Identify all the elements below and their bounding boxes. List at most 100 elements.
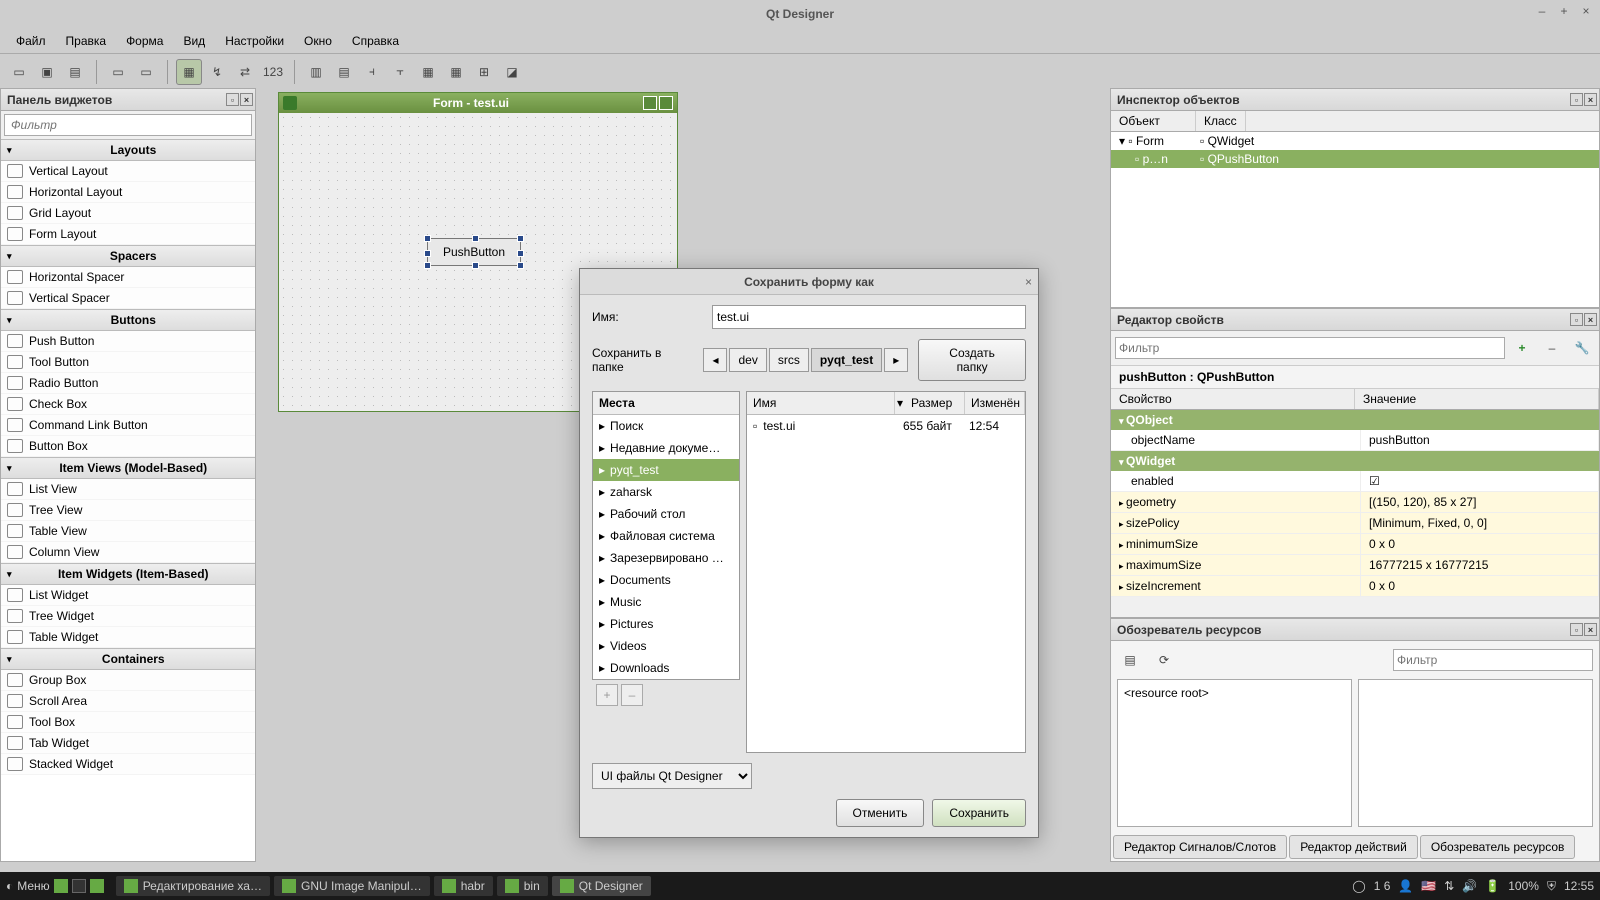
place-item[interactable]: ▸pyqt_test	[593, 459, 739, 481]
place-item[interactable]: ▸Файловая система	[593, 525, 739, 547]
clock[interactable]: 12:55	[1564, 879, 1594, 893]
breadcrumb-dev[interactable]: dev	[729, 348, 766, 372]
keyboard-layout-icon[interactable]: 🇺🇸	[1421, 879, 1436, 893]
menu-Справка[interactable]: Справка	[344, 31, 407, 51]
widget-item[interactable]: List View	[1, 479, 255, 500]
category-Item Widgets (Item-Based)[interactable]: Item Widgets (Item-Based)	[1, 563, 255, 585]
menu-Окно[interactable]: Окно	[296, 31, 340, 51]
place-item[interactable]: ▸zaharsk	[593, 481, 739, 503]
layout-v-icon[interactable]: ▤	[331, 59, 357, 85]
property-row[interactable]: geometry[(150, 120), 85 x 27]	[1111, 492, 1599, 513]
nav-back-icon[interactable]: ◂	[703, 348, 727, 372]
file-list[interactable]: Имя▾ Размер Изменён ▫test.ui655 байт12:5…	[746, 391, 1026, 753]
float-icon[interactable]: ▫	[1570, 313, 1583, 326]
menu-Вид[interactable]: Вид	[175, 31, 213, 51]
property-row[interactable]: enabled☑	[1111, 471, 1599, 492]
menu-Форма[interactable]: Форма	[118, 31, 171, 51]
widget-item[interactable]: Form Layout	[1, 224, 255, 245]
widget-item[interactable]: Stacked Widget	[1, 754, 255, 775]
edit-resources-icon[interactable]: ▤	[1117, 647, 1143, 673]
widget-item[interactable]: Tree View	[1, 500, 255, 521]
widget-item[interactable]: Column View	[1, 542, 255, 563]
close-icon[interactable]: ×	[1578, 3, 1594, 19]
category-Item Views (Model-Based)[interactable]: Item Views (Model-Based)	[1, 457, 255, 479]
save-icon[interactable]: ▤	[62, 59, 88, 85]
menu-Правка[interactable]: Правка	[58, 31, 115, 51]
widget-item[interactable]: Tree Widget	[1, 606, 255, 627]
place-item[interactable]: ▸Pictures	[593, 613, 739, 635]
edit-widgets-icon[interactable]: ▦	[176, 59, 202, 85]
filename-input[interactable]	[712, 305, 1026, 329]
place-item[interactable]: ▸Documents	[593, 569, 739, 591]
user-icon[interactable]: 👤	[1398, 879, 1413, 893]
widget-item[interactable]: Group Box	[1, 670, 255, 691]
resource-preview[interactable]	[1358, 679, 1593, 827]
create-folder-button[interactable]: Создать папку	[918, 339, 1026, 381]
menu-Файл[interactable]: Файл	[8, 31, 54, 51]
category-Layouts[interactable]: Layouts	[1, 139, 255, 161]
reload-icon[interactable]: ⟳	[1151, 647, 1177, 673]
terminal-icon[interactable]	[72, 879, 86, 893]
property-row[interactable]: maximumSize16777215 x 16777215	[1111, 555, 1599, 576]
place-item[interactable]: ▸Рабочий стол	[593, 503, 739, 525]
break-layout-icon[interactable]: ⊞	[471, 59, 497, 85]
widget-item[interactable]: Command Link Button	[1, 415, 255, 436]
breadcrumb-srcs[interactable]: srcs	[769, 348, 809, 372]
taskbar-task[interactable]: Qt Designer	[552, 876, 651, 896]
file-row[interactable]: ▫test.ui655 байт12:54	[747, 415, 1025, 437]
close-panel-icon[interactable]: ×	[1584, 623, 1597, 636]
start-menu-label[interactable]: Меню	[17, 879, 49, 893]
property-row[interactable]: objectNamepushButton	[1111, 430, 1599, 451]
nav-fwd-icon[interactable]: ▸	[884, 348, 908, 372]
widget-item[interactable]: Vertical Layout	[1, 161, 255, 182]
close-panel-icon[interactable]: ×	[240, 93, 253, 106]
property-filter[interactable]	[1115, 337, 1505, 359]
shield-icon[interactable]: ⛨	[1547, 879, 1556, 894]
taskbar-task[interactable]: Редактирование ха…	[116, 876, 270, 896]
widgetbox-filter[interactable]	[4, 114, 252, 136]
bring-front-icon[interactable]: ▭	[133, 59, 159, 85]
inspector-row[interactable]: ▫ p…n▫ QPushButton	[1111, 150, 1599, 168]
resource-tree[interactable]: <resource root>	[1117, 679, 1352, 827]
send-back-icon[interactable]: ▭	[105, 59, 131, 85]
place-item[interactable]: ▸Music	[593, 591, 739, 613]
property-table[interactable]: СвойствоЗначение QObjectobjectNamepushBu…	[1111, 389, 1599, 597]
pushbutton-widget[interactable]: PushButton	[427, 238, 521, 266]
breadcrumb-pyqt_test[interactable]: pyqt_test	[811, 348, 882, 372]
category-Containers[interactable]: Containers	[1, 648, 255, 670]
maximize-icon[interactable]: +	[1556, 3, 1572, 19]
minimize-icon[interactable]: –	[1534, 3, 1550, 19]
layout-hsplit-icon[interactable]: ⫞	[359, 59, 385, 85]
widget-item[interactable]: Table View	[1, 521, 255, 542]
place-item[interactable]: ▸Зарезервировано …	[593, 547, 739, 569]
files-icon[interactable]	[90, 879, 104, 893]
place-item[interactable]: ▸Videos	[593, 635, 739, 657]
widget-item[interactable]: Tab Widget	[1, 733, 255, 754]
start-menu-icon[interactable]: ◐	[6, 879, 13, 893]
widget-item[interactable]: List Widget	[1, 585, 255, 606]
layout-grid-icon[interactable]: ▦	[415, 59, 441, 85]
dialog-close-icon[interactable]: ×	[1025, 275, 1032, 289]
layout-h-icon[interactable]: ▥	[303, 59, 329, 85]
property-row[interactable]: sizePolicy[Minimum, Fixed, 0, 0]	[1111, 513, 1599, 534]
widget-list[interactable]: LayoutsVertical LayoutHorizontal LayoutG…	[1, 139, 255, 861]
taskbar-task[interactable]: GNU Image Manipul…	[274, 876, 430, 896]
property-group[interactable]: QObject	[1111, 410, 1599, 430]
widget-item[interactable]: Check Box	[1, 394, 255, 415]
configure-icon[interactable]: 🔧	[1569, 335, 1595, 361]
widget-item[interactable]: Tool Box	[1, 712, 255, 733]
widget-item[interactable]: Grid Layout	[1, 203, 255, 224]
show-desktop-icon[interactable]	[54, 879, 68, 893]
form-close-icon[interactable]	[659, 96, 673, 110]
widget-item[interactable]: Button Box	[1, 436, 255, 457]
edit-buddies-icon[interactable]: ⇄	[232, 59, 258, 85]
resource-tab[interactable]: Редактор Сигналов/Слотов	[1113, 835, 1287, 859]
widget-item[interactable]: Table Widget	[1, 627, 255, 648]
remove-dynamic-icon[interactable]: –	[1539, 335, 1565, 361]
resource-filter[interactable]	[1393, 649, 1593, 671]
category-Spacers[interactable]: Spacers	[1, 245, 255, 267]
widget-item[interactable]: Vertical Spacer	[1, 288, 255, 309]
edit-tab-order-icon[interactable]: 123	[260, 59, 286, 85]
close-panel-icon[interactable]: ×	[1584, 313, 1597, 326]
layout-form-icon[interactable]: ▦	[443, 59, 469, 85]
